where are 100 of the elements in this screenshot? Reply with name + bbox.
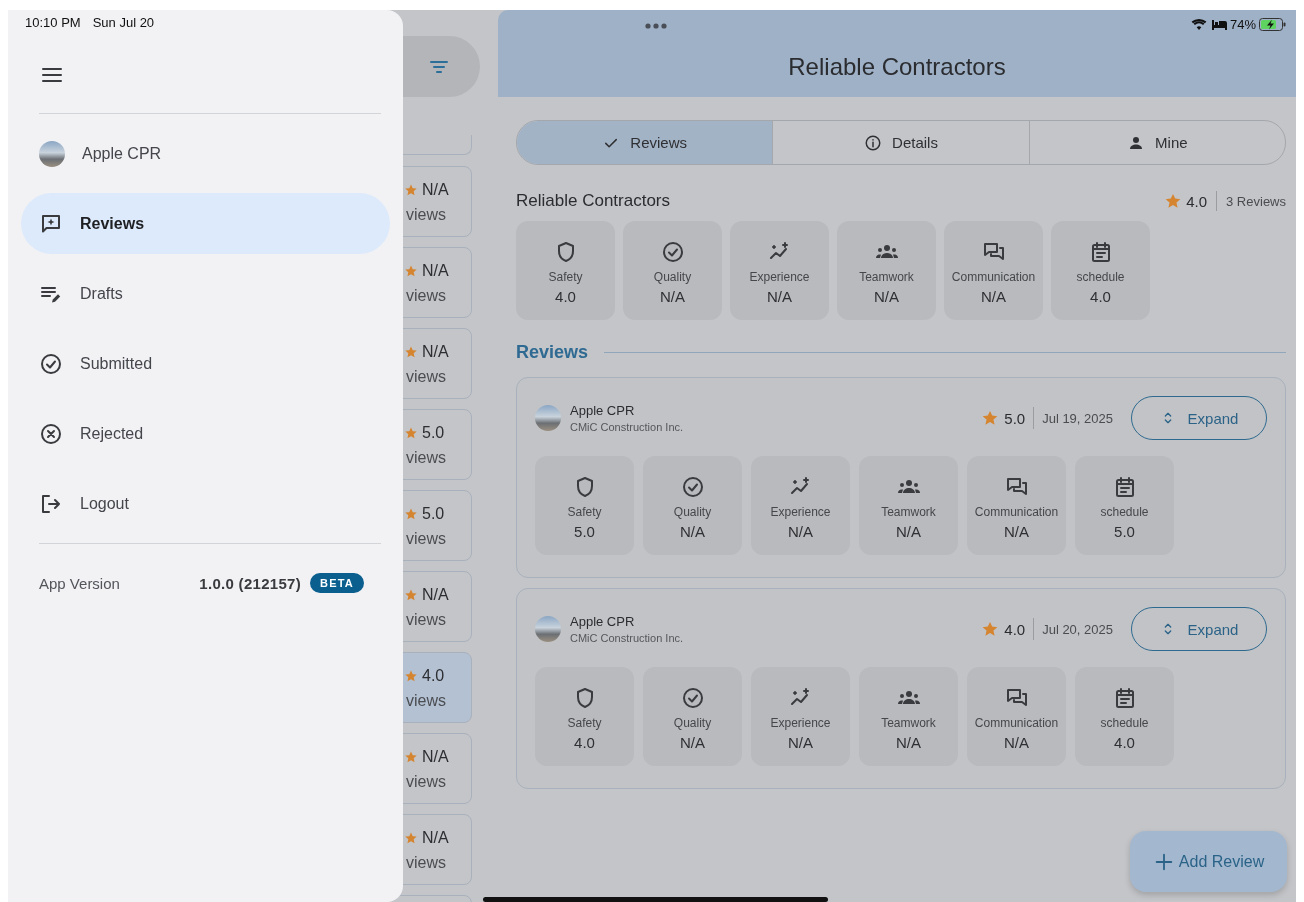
- metric-label: schedule: [1100, 716, 1149, 730]
- drawer-item[interactable]: Reviews: [21, 193, 390, 254]
- star-icon: [981, 620, 1000, 638]
- review-count: views: [405, 530, 447, 548]
- metric-value: 4.0: [1114, 734, 1135, 751]
- avatar-photo: [39, 140, 65, 167]
- check-circle-icon: [680, 686, 705, 710]
- metric-value: N/A: [1004, 523, 1029, 540]
- contractor-rating: N/A: [422, 181, 449, 199]
- check-circle-icon: [660, 240, 685, 264]
- status-time: 10:10 PM: [25, 15, 81, 30]
- contractor-rating: N/A: [422, 748, 449, 766]
- metric-value: N/A: [680, 523, 705, 540]
- contractor-rating: 5.0: [422, 505, 445, 523]
- account-item[interactable]: Apple CPR: [21, 123, 390, 184]
- tab[interactable]: Reviews: [517, 121, 773, 164]
- metric-value: N/A: [788, 523, 813, 540]
- contractor-name: Reliable Contractors: [516, 191, 671, 211]
- star-icon: [404, 669, 418, 683]
- star-icon: [404, 588, 418, 602]
- metric-label: Communication: [951, 270, 1036, 284]
- metric-value: 5.0: [574, 523, 595, 540]
- star-icon: [404, 426, 418, 440]
- contractor-rating: N/A: [422, 586, 449, 604]
- star-icon: [404, 831, 418, 845]
- beta-badge: BETA: [310, 573, 364, 593]
- review-count: views: [405, 611, 447, 629]
- wifi-icon: [1190, 18, 1207, 30]
- metric-label: Experience: [770, 505, 831, 519]
- metric-value: N/A: [680, 734, 705, 751]
- rating-value: 5.0: [1004, 409, 1026, 427]
- check-circle-icon: [680, 475, 705, 499]
- metric-value: N/A: [896, 523, 921, 540]
- contractor-rating: N/A: [422, 343, 449, 361]
- metric-label: Safety: [567, 716, 602, 730]
- metric-label: Teamwork: [859, 270, 914, 284]
- review-count: 3 Reviews: [1226, 193, 1286, 209]
- metric-value: 4.0: [1090, 288, 1111, 305]
- section-heading: Reviews: [516, 342, 589, 363]
- metric-value: N/A: [660, 288, 685, 305]
- metric-value: N/A: [981, 288, 1006, 305]
- review-count: views: [405, 854, 447, 872]
- version-number: 1.0.0 (212157): [199, 574, 302, 592]
- metric-label: Experience: [770, 716, 831, 730]
- avatar-photo: [535, 616, 561, 642]
- review-count: views: [405, 287, 447, 305]
- version-label: App Version: [39, 574, 121, 592]
- metric-label: Experience: [749, 270, 810, 284]
- metric-label: Quality: [673, 505, 712, 519]
- metric-value: 5.0: [1114, 523, 1135, 540]
- rating-value: 4.0: [1004, 620, 1026, 638]
- review-count: views: [405, 206, 447, 224]
- battery-icon: [1259, 17, 1286, 31]
- metric-value: N/A: [767, 288, 792, 305]
- company-name: CMiC Construction Inc.: [570, 421, 685, 433]
- reviewer-name: Apple CPR: [570, 403, 636, 418]
- reviewer-name: Apple CPR: [570, 614, 636, 629]
- contractor-rating: 5.0: [422, 424, 445, 442]
- battery-percent: 74%: [1229, 16, 1256, 32]
- review-date: Jul 20, 2025: [1042, 621, 1113, 637]
- metric-label: Communication: [974, 716, 1059, 730]
- drawer-item[interactable]: Rejected: [21, 403, 390, 464]
- metric-label: Safety: [567, 505, 602, 519]
- metric-value: N/A: [896, 734, 921, 751]
- metric-label: Communication: [974, 505, 1059, 519]
- drawer-item[interactable]: Drafts: [21, 263, 390, 324]
- page-title: Reliable Contractors: [787, 53, 1007, 81]
- metric-label: Teamwork: [881, 716, 936, 730]
- star-icon: [404, 750, 418, 764]
- metric-label: Quality: [673, 716, 712, 730]
- metric-label: schedule: [1100, 505, 1149, 519]
- star-icon: [404, 264, 418, 278]
- star-icon: [404, 183, 418, 197]
- metric-label: Quality: [653, 270, 692, 284]
- tab[interactable]: Details: [772, 121, 1029, 164]
- metric-label: Teamwork: [881, 505, 936, 519]
- review-date: Jul 19, 2025: [1042, 410, 1113, 426]
- review-count: views: [405, 449, 447, 467]
- avatar-photo: [535, 405, 561, 431]
- metric-value: 4.0: [574, 734, 595, 751]
- star-icon: [404, 507, 418, 521]
- check-circle-icon: [39, 351, 63, 376]
- metric-value: N/A: [1004, 734, 1029, 751]
- contractor-rating: 4.0: [422, 667, 445, 685]
- metric-label: schedule: [1076, 270, 1125, 284]
- review-count: views: [405, 692, 447, 710]
- contractor-rating: N/A: [422, 262, 449, 280]
- cross-circle-icon: [39, 421, 63, 446]
- star-icon: [404, 345, 418, 359]
- dots-icon: [645, 23, 667, 29]
- info-icon: [864, 133, 883, 152]
- metric-value: N/A: [874, 288, 899, 305]
- drawer-item[interactable]: Submitted: [21, 333, 390, 394]
- metric-value: N/A: [788, 734, 813, 751]
- metric-value: 4.0: [555, 288, 576, 305]
- tab[interactable]: Mine: [1028, 121, 1285, 164]
- review-count: views: [405, 368, 447, 386]
- drawer-item[interactable]: Logout: [21, 473, 390, 534]
- bed-icon: [1211, 18, 1227, 30]
- star-icon: [981, 409, 1000, 427]
